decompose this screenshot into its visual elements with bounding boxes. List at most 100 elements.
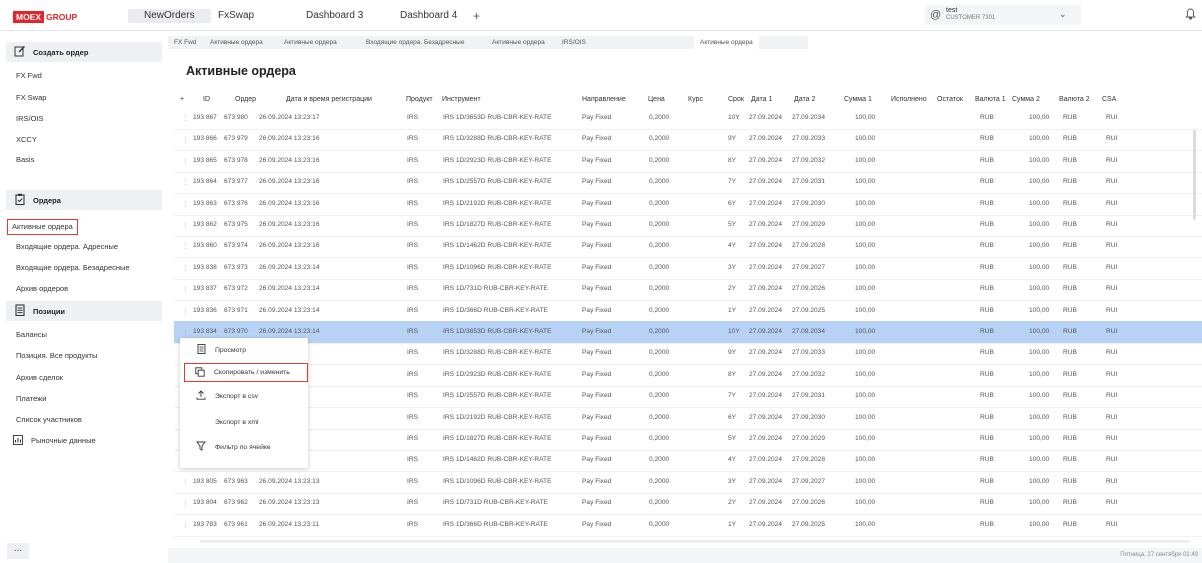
table-row[interactable]: ⋮ 193 834 673 970 26.09.2024 13:23:14 IRS IRS… bbox=[174, 321, 1202, 344]
column-header[interactable]: Курс bbox=[688, 96, 703, 103]
table-row[interactable]: ⋮ 193 838 673 973 26.09.2024 13:23:14 IRS IRS… bbox=[174, 257, 1202, 280]
column-header[interactable]: Инструмент bbox=[442, 96, 481, 103]
row-menu-icon[interactable]: ⋮ bbox=[182, 135, 189, 143]
sidebar-item-fx-swap[interactable]: FX Swap bbox=[16, 92, 46, 104]
subtab-active-orders-4[interactable]: Активные ордера bbox=[694, 36, 759, 49]
sidebar-section-positions[interactable]: Позиции bbox=[6, 301, 162, 321]
cell-c1: RUB bbox=[980, 477, 994, 485]
sidebar-section-orders[interactable]: Ордера bbox=[6, 190, 162, 210]
context-menu-export-xml[interactable]: Экспорт в xml bbox=[186, 414, 302, 430]
sidebar-item-incoming-unaddressed[interactable]: Входящие ордера. Безадресные bbox=[16, 262, 130, 274]
cell-s1: 100,00 bbox=[855, 477, 876, 485]
table-row[interactable]: ⋮24 13:23:13IRSIRS 1D/2192D RUB-CBR-KEY-… bbox=[174, 407, 1202, 430]
context-menu-view[interactable]: Просмотр bbox=[186, 342, 302, 358]
subtab-fx-fwd[interactable]: FX Fwd bbox=[168, 36, 202, 49]
column-header[interactable]: Сумма 1 bbox=[844, 96, 872, 103]
sidebar-item-participants[interactable]: Список участников bbox=[16, 414, 82, 426]
row-menu-icon[interactable]: ⋮ bbox=[182, 178, 189, 186]
table-row[interactable]: ⋮ 193 860 673 974 26.09.2024 13:23:16 IRS IRS… bbox=[174, 235, 1202, 259]
table-row[interactable]: ⋮24 13:23:13IRSIRS 1D/1827D RUB-CBR-KEY-… bbox=[174, 428, 1202, 451]
column-header[interactable]: Валюта 2 bbox=[1059, 96, 1090, 103]
table-row[interactable]: ⋮ 193 866 673 979 26.09.2024 13:23:16 IRS IRS… bbox=[174, 128, 1202, 152]
cell-term: 3Y bbox=[728, 263, 737, 271]
table-row[interactable]: ⋮ 193 864 673 977 26.09.2024 13:23:16 IRS IRS… bbox=[174, 171, 1202, 195]
more-button[interactable]: ... bbox=[7, 543, 29, 559]
sidebar-item-payments[interactable]: Платежи bbox=[16, 393, 46, 405]
table-row[interactable]: ⋮ 193 863 673 976 26.09.2024 13:23:16 IRS IRS… bbox=[174, 193, 1202, 216]
column-header[interactable]: Продукт bbox=[406, 96, 433, 103]
column-header[interactable]: Дата 2 bbox=[794, 96, 815, 103]
cell-s1: 100,00 bbox=[855, 178, 876, 186]
sidebar-item-xccy[interactable]: XCCY bbox=[16, 134, 37, 146]
sidebar-item-irs-ois[interactable]: IRS/OIS bbox=[16, 113, 44, 125]
tab-neworders[interactable]: NewOrders bbox=[128, 9, 211, 23]
table-row[interactable]: ⋮24 13:23:14IRSIRS 1D/2923D RUB-CBR-KEY-… bbox=[174, 364, 1202, 387]
bell-icon[interactable] bbox=[1185, 8, 1196, 23]
table-row[interactable]: ⋮ 193 837 673 972 26.09.2024 13:23:14 IRS IRS… bbox=[174, 278, 1202, 302]
subtab-active-orders-2[interactable]: Активные ордера bbox=[278, 36, 343, 49]
tab-fxswap[interactable]: FxSwap bbox=[202, 9, 270, 23]
sidebar-item-fx-fwd[interactable]: FX Fwd bbox=[16, 70, 42, 82]
sidebar-section-create-order[interactable]: Создать ордер bbox=[6, 42, 162, 62]
table-row[interactable]: ⋮ 193 862 673 975 26.09.2024 13:23:16 IRS IRS… bbox=[174, 214, 1202, 237]
table-row[interactable]: ⋮ 193 783 673 961 26.09.2024 13:23:11 IRS IRS… bbox=[174, 514, 1202, 537]
sidebar-item-active-orders[interactable]: Активные ордера bbox=[7, 219, 78, 235]
cell-product: IRS bbox=[407, 156, 418, 164]
logo[interactable]: MOEX GROUP bbox=[13, 11, 77, 23]
column-header[interactable]: Валюта 1 bbox=[975, 96, 1006, 103]
table-row[interactable]: ⋮ 193 865 673 978 26.09.2024 13:23:16 IRS IRS… bbox=[174, 150, 1202, 173]
subtab-active-orders-1[interactable]: Активные ордера bbox=[204, 36, 269, 49]
sidebar-item-basis[interactable]: Basis bbox=[16, 154, 34, 166]
table-row[interactable]: ⋮ 193 867 673 980 26.09.2024 13:23:17 IRS IRS… bbox=[174, 107, 1202, 130]
sidebar-item-orders-archive[interactable]: Архив ордеров bbox=[16, 283, 68, 295]
subtab-incoming-unaddressed[interactable]: Входящие ордера. Безадресные bbox=[360, 36, 470, 49]
row-menu-icon[interactable]: ⋮ bbox=[182, 285, 189, 293]
column-header[interactable]: Направление bbox=[582, 96, 626, 103]
row-menu-icon[interactable]: ⋮ bbox=[182, 307, 189, 315]
subtab-irs-ois[interactable]: IRS/OIS bbox=[556, 36, 592, 49]
add-tab-button[interactable]: + bbox=[473, 9, 480, 23]
context-menu-export-csv[interactable]: Экспорт в csv bbox=[186, 388, 302, 404]
column-header[interactable]: CSA bbox=[1102, 96, 1116, 103]
column-header[interactable]: Цена bbox=[648, 96, 665, 103]
user-menu[interactable]: @ test CUSTOMER 7301 ⌄ bbox=[925, 5, 1081, 25]
column-header[interactable]: Дата и время регистрации bbox=[286, 96, 372, 103]
column-header[interactable]: Ордер bbox=[235, 96, 256, 103]
row-menu-icon[interactable]: ⋮ bbox=[182, 221, 189, 229]
context-menu-filter-cell[interactable]: Фильтр по ячейке bbox=[186, 439, 302, 455]
table-row[interactable]: ⋮24 13:23:13IRSIRS 1D/1462D RUB-CBR-KEY-… bbox=[174, 449, 1202, 473]
column-header[interactable]: Исполнено bbox=[891, 96, 927, 103]
sidebar-item-positions-all[interactable]: Позиция. Все продукты bbox=[16, 350, 97, 362]
row-menu-icon[interactable]: ⋮ bbox=[182, 328, 189, 336]
column-header[interactable]: Остаток bbox=[937, 96, 963, 103]
context-menu-copy-edit[interactable]: Скопировать / изменить bbox=[184, 363, 308, 382]
column-header[interactable]: Срок bbox=[728, 96, 744, 103]
table-row[interactable]: ⋮ 193 804 673 962 26.09.2024 13:23:13 IRS IRS… bbox=[174, 492, 1202, 516]
row-menu-icon[interactable]: ⋮ bbox=[182, 478, 189, 486]
subtab-active-orders-3[interactable]: Активные ордера bbox=[486, 36, 551, 49]
horizontal-scrollbar[interactable] bbox=[200, 540, 1190, 543]
row-menu-icon[interactable]: ⋮ bbox=[182, 200, 189, 208]
vertical-scrollbar[interactable] bbox=[1193, 130, 1196, 220]
table-row[interactable]: ⋮24 13:23:13IRSIRS 1D/2557D RUB-CBR-KEY-… bbox=[174, 385, 1202, 409]
column-header[interactable]: Сумма 2 bbox=[1012, 96, 1040, 103]
sidebar-item-market-data[interactable]: Рыночные данные bbox=[13, 434, 96, 447]
sidebar-item-balances[interactable]: Балансы bbox=[16, 329, 47, 341]
row-menu-icon[interactable]: ⋮ bbox=[182, 264, 189, 272]
column-header[interactable]: Дата 1 bbox=[751, 96, 772, 103]
row-menu-icon[interactable]: ⋮ bbox=[182, 242, 189, 250]
column-header[interactable]: ID bbox=[203, 96, 210, 103]
table-row[interactable]: ⋮ 193 836 673 971 26.09.2024 13:23:14 IRS IRS… bbox=[174, 300, 1202, 323]
row-menu-icon[interactable]: ⋮ bbox=[182, 499, 189, 507]
cell-term: 10Y bbox=[728, 114, 740, 121]
sidebar-item-trades-archive[interactable]: Архив сделок bbox=[16, 372, 63, 384]
add-column-button[interactable]: + bbox=[180, 96, 184, 103]
row-menu-icon[interactable]: ⋮ bbox=[182, 157, 189, 165]
row-menu-icon[interactable]: ⋮ bbox=[182, 521, 189, 529]
tab-dashboard-4[interactable]: Dashboard 4 bbox=[384, 9, 473, 23]
tab-dashboard-3[interactable]: Dashboard 3 bbox=[290, 9, 379, 23]
table-row[interactable]: ⋮ 193 805 673 963 26.09.2024 13:23:13 IRS IRS… bbox=[174, 471, 1202, 494]
table-row[interactable]: ⋮24 13:23:14IRSIRS 1D/3288D RUB-CBR-KEY-… bbox=[174, 342, 1202, 366]
row-menu-icon[interactable]: ⋮ bbox=[182, 114, 189, 122]
sidebar-item-incoming-addressed[interactable]: Входящие ордера. Адресные bbox=[16, 241, 118, 253]
